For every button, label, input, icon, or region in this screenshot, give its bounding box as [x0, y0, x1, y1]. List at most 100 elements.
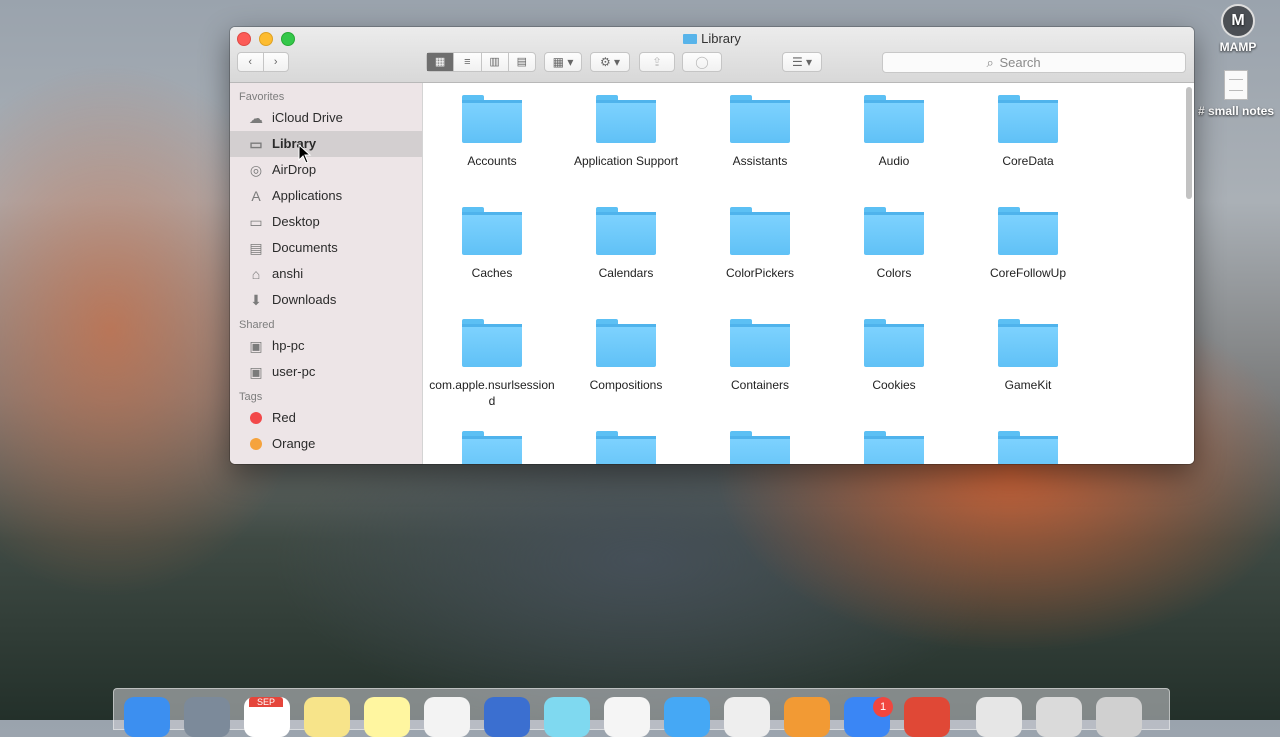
- dock-app-icon[interactable]: [976, 697, 1022, 737]
- arrange-button[interactable]: ▦ ▾: [544, 52, 582, 72]
- dock-app-icon[interactable]: [484, 697, 530, 737]
- home-icon: ⌂: [251, 266, 261, 282]
- document-icon: [1224, 70, 1248, 100]
- folder-item[interactable]: [961, 431, 1095, 464]
- folder-item[interactable]: Containers: [693, 319, 827, 393]
- sidebar-item-documents[interactable]: ▤ Documents: [230, 235, 422, 261]
- folder-icon: [998, 207, 1058, 255]
- folder-item[interactable]: CoreFollowUp: [961, 207, 1095, 281]
- sidebar-item-applications[interactable]: A Applications: [230, 183, 422, 209]
- dock-app-icon[interactable]: [904, 697, 950, 737]
- desktop-icon-label: # small notes: [1197, 104, 1275, 118]
- folder-label: Accounts: [467, 154, 517, 168]
- dock-app-icon[interactable]: [1096, 697, 1142, 737]
- airdrop-icon: ◎: [249, 162, 263, 178]
- folder-item[interactable]: Application Support: [559, 95, 693, 169]
- folder-item[interactable]: [827, 431, 961, 464]
- share-button[interactable]: ⇪: [639, 52, 675, 72]
- desktop-icon-mamp[interactable]: M MAMP: [1208, 4, 1268, 54]
- folder-icon: [730, 319, 790, 367]
- sidebar-item-anshi[interactable]: ⌂ anshi: [230, 261, 422, 287]
- folder-item[interactable]: com.apple.nsurlsessiond: [425, 319, 559, 409]
- tag-color-icon: [250, 412, 262, 424]
- app-store-badge: 1: [873, 697, 893, 717]
- dock-app-icon[interactable]: [424, 697, 470, 737]
- sidebar-item-library[interactable]: ▭ Library: [230, 131, 422, 157]
- list-view-button[interactable]: ≡: [454, 53, 482, 71]
- sidebar-item-label: Downloads: [272, 292, 337, 307]
- sidebar-item-label: AirDrop: [272, 162, 317, 177]
- folder-icon: [998, 431, 1058, 464]
- sidebar-item-label: iCloud Drive: [272, 110, 343, 125]
- folder-item[interactable]: Compositions: [559, 319, 693, 393]
- sidebar-item-red[interactable]: Red: [230, 405, 422, 431]
- folder-item[interactable]: Colors: [827, 207, 961, 281]
- folder-item[interactable]: Accounts: [425, 95, 559, 169]
- forward-button[interactable]: ›: [264, 53, 289, 71]
- sidebar-item-airdrop[interactable]: ◎ AirDrop: [230, 157, 422, 183]
- folder-item[interactable]: Assistants: [693, 95, 827, 169]
- search-field[interactable]: ⌕: [882, 52, 1186, 73]
- dock-app-icon[interactable]: [184, 697, 230, 737]
- sidebar-item-desktop[interactable]: ▭ Desktop: [230, 209, 422, 235]
- sidebar-item-label: Documents: [272, 240, 338, 255]
- sidebar: Favorites ☁ iCloud Drive ▭ Library ◎ AirDrop A…: [230, 83, 423, 464]
- dock-app-icon[interactable]: [1036, 697, 1082, 737]
- computer-icon: ▣: [249, 364, 263, 380]
- dock-app-icon[interactable]: [544, 697, 590, 737]
- dock-app-icon[interactable]: [304, 697, 350, 737]
- sidebar-item-user-pc[interactable]: ▣ user-pc: [230, 359, 422, 385]
- folder-icon: [998, 319, 1058, 367]
- folder-icon: ▭: [249, 136, 263, 152]
- folder-item[interactable]: GameKit: [961, 319, 1095, 393]
- folder-icon: [596, 431, 656, 464]
- titlebar[interactable]: Library ‹ › ▦ ≡ ▥ ▤ ▦ ▾ ⚙ ▾ ⇪ ◯ ☰ ▾ ⌕: [230, 27, 1194, 83]
- vertical-scrollbar[interactable]: [1186, 87, 1192, 199]
- folder-label: CoreData: [1002, 154, 1054, 168]
- window-title: Library: [230, 31, 1194, 46]
- folder-icon: [730, 207, 790, 255]
- finder-window: Library ‹ › ▦ ≡ ▥ ▤ ▦ ▾ ⚙ ▾ ⇪ ◯ ☰ ▾ ⌕ Fa…: [230, 27, 1194, 464]
- folder-item[interactable]: [559, 431, 693, 464]
- folder-item[interactable]: [425, 431, 559, 464]
- file-browser[interactable]: Accounts Application Support Assistants Aud…: [423, 83, 1194, 464]
- dock-app-icon[interactable]: [124, 697, 170, 737]
- cover-flow-button[interactable]: ▤: [509, 53, 535, 71]
- desktop-icon-label: MAMP: [1219, 40, 1257, 54]
- back-button[interactable]: ‹: [238, 53, 264, 71]
- tag-button[interactable]: ◯: [682, 52, 722, 72]
- folder-item[interactable]: ColorPickers: [693, 207, 827, 281]
- search-input[interactable]: [997, 54, 1082, 71]
- folder-item[interactable]: Cookies: [827, 319, 961, 393]
- dock-app-icon[interactable]: [604, 697, 650, 737]
- dock-app-icon[interactable]: [364, 697, 410, 737]
- desktop-icon-small-notes[interactable]: # small notes: [1192, 70, 1280, 118]
- sidebar-item-label: Red: [272, 410, 296, 425]
- sidebar-item-orange[interactable]: Orange: [230, 431, 422, 457]
- search-icon: ⌕: [986, 55, 994, 70]
- folder-label: CoreFollowUp: [989, 266, 1067, 280]
- folder-item[interactable]: Calendars: [559, 207, 693, 281]
- sidebar-item-downloads[interactable]: ⬇ Downloads: [230, 287, 422, 313]
- folder-icon: [730, 431, 790, 464]
- folder-icon: [864, 319, 924, 367]
- dock-app-icon[interactable]: [784, 697, 830, 737]
- applications-icon: A: [251, 188, 261, 204]
- folder-label: com.apple.nsurlsessiond: [429, 378, 555, 408]
- tags-list: Red Orange: [230, 405, 422, 457]
- icon-view-button[interactable]: ▦: [427, 53, 455, 71]
- action-gear-button[interactable]: ⚙ ▾: [590, 52, 630, 72]
- sort-button[interactable]: ☰ ▾: [782, 52, 822, 72]
- tag-color-icon: [250, 438, 262, 450]
- folder-item[interactable]: Caches: [425, 207, 559, 281]
- dock-app-icon[interactable]: [724, 697, 770, 737]
- folder-item[interactable]: [693, 431, 827, 464]
- sidebar-item-icloud-drive[interactable]: ☁ iCloud Drive: [230, 105, 422, 131]
- folder-icon: [596, 319, 656, 367]
- folder-item[interactable]: CoreData: [961, 95, 1095, 169]
- column-view-button[interactable]: ▥: [482, 53, 509, 71]
- dock-app-icon[interactable]: [664, 697, 710, 737]
- folder-item[interactable]: Audio: [827, 95, 961, 169]
- sidebar-item-hp-pc[interactable]: ▣ hp-pc: [230, 333, 422, 359]
- folder-icon: [683, 34, 698, 44]
